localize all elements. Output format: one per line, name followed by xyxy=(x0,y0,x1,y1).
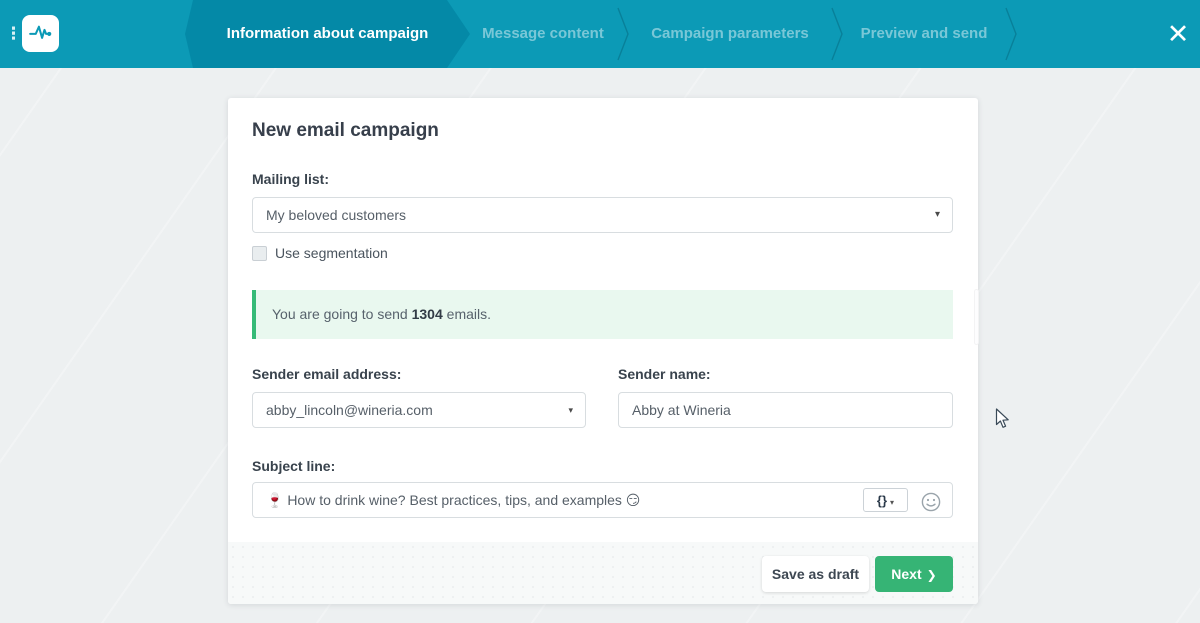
app-header: ⋮ Information about campaign Message con… xyxy=(0,0,1200,68)
campaign-form-card: New email campaign Mailing list: My belo… xyxy=(228,98,978,604)
send-count-alert: You are going to send 1304 emails. xyxy=(252,290,953,339)
subject-line-label: Subject line: xyxy=(252,458,335,474)
sender-email-value: abby_lincoln@wineria.com xyxy=(266,393,433,427)
alert-text-suffix: emails. xyxy=(443,306,491,322)
dots-menu-icon[interactable]: ⋮ xyxy=(5,20,19,48)
mailing-list-select[interactable]: My beloved customers ▾ xyxy=(252,197,953,233)
use-segmentation-label: Use segmentation xyxy=(275,245,388,261)
sender-name-label: Sender name: xyxy=(618,366,711,382)
tab-message-content[interactable]: Message content xyxy=(470,0,616,68)
tab-separator-icon xyxy=(616,0,630,68)
subject-line-value: 🍷 How to drink wine? Best practices, tip… xyxy=(266,483,852,517)
next-button[interactable]: Next ❯ xyxy=(875,556,953,592)
emoji-picker-button[interactable] xyxy=(921,490,941,510)
chevron-right-icon: ❯ xyxy=(927,568,937,582)
caret-down-icon: ▾ xyxy=(890,498,894,507)
form-footer: Save as draft Next ❯ xyxy=(228,542,978,604)
save-as-draft-button[interactable]: Save as draft xyxy=(762,556,869,592)
sender-email-select[interactable]: abby_lincoln@wineria.com ▾ xyxy=(252,392,586,428)
pulse-icon xyxy=(27,18,54,50)
use-segmentation-checkbox[interactable] xyxy=(252,246,267,261)
alert-email-count: 1304 xyxy=(412,306,443,322)
sender-name-field[interactable]: Abby at Wineria xyxy=(618,392,953,428)
mailing-list-value: My beloved customers xyxy=(266,198,406,232)
scrollbar-thumb[interactable] xyxy=(974,289,979,345)
tab-separator-icon xyxy=(830,0,844,68)
caret-down-icon: ▾ xyxy=(568,393,573,427)
tab-preview-and-send[interactable]: Preview and send xyxy=(844,0,1004,68)
caret-down-icon: ▾ xyxy=(935,198,940,232)
sender-email-label: Sender email address: xyxy=(252,366,401,382)
variables-icon: {} xyxy=(877,493,887,508)
alert-text-prefix: You are going to send xyxy=(272,306,412,322)
next-button-label: Next xyxy=(891,566,921,582)
close-icon[interactable]: ✕ xyxy=(1158,14,1198,54)
page-title: New email campaign xyxy=(252,120,439,142)
tab-separator-icon xyxy=(1004,0,1018,68)
smiley-icon xyxy=(921,492,941,512)
subject-line-field[interactable]: 🍷 How to drink wine? Best practices, tip… xyxy=(252,482,953,518)
mouse-cursor xyxy=(995,408,1013,435)
sender-name-value: Abby at Wineria xyxy=(632,393,731,427)
tab-campaign-parameters[interactable]: Campaign parameters xyxy=(630,0,830,68)
app-logo[interactable] xyxy=(22,15,59,52)
insert-variable-button[interactable]: {}▾ xyxy=(863,488,908,512)
mailing-list-label: Mailing list: xyxy=(252,171,329,187)
tab-information-about-campaign[interactable]: Information about campaign xyxy=(185,0,470,68)
